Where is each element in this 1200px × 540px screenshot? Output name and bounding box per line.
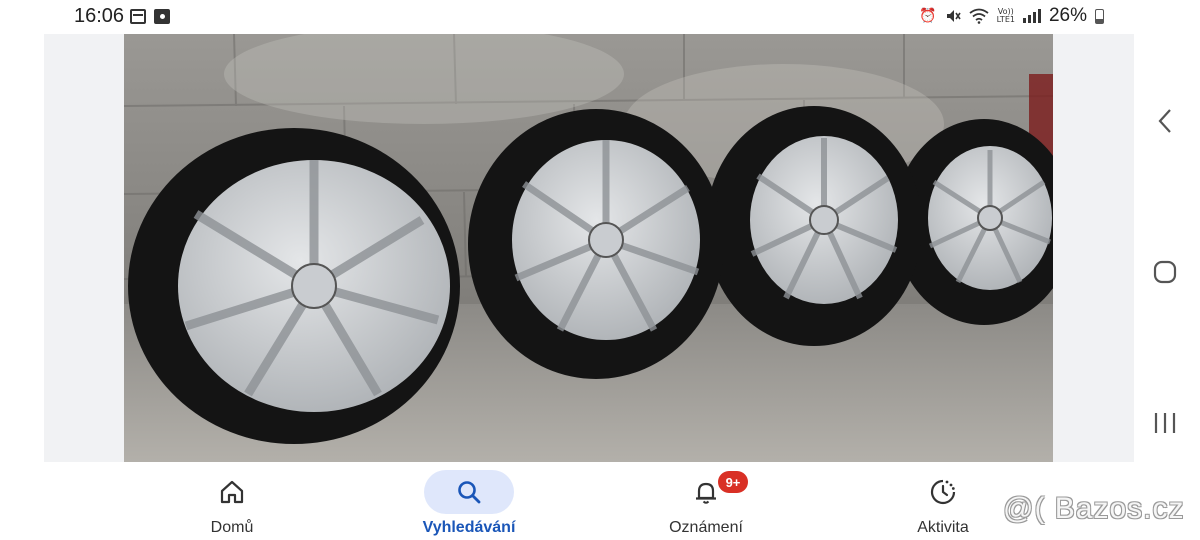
home-circle-icon[interactable] [1150,257,1180,287]
calendar-icon [130,9,146,24]
home-icon [187,470,277,514]
photo-image [124,34,1053,462]
battery-percent: 26% [1048,5,1087,26]
search-icon [424,470,514,514]
status-time: 16:06 [74,5,125,27]
watermark: @( Bazos.cz [1003,492,1185,525]
status-right-icons: ⏰ Vo)) LTE1 26% [919,5,1104,27]
notification-badge: 9+ [718,471,748,493]
activity-icon [898,470,988,514]
status-left-icons [130,9,170,24]
android-navigation [1140,0,1200,540]
nav-item-notifications[interactable]: 9+ Oznámení [606,462,806,540]
volte-icon: Vo)) LTE1 [997,8,1015,24]
nav-item-home[interactable]: Domů [132,462,332,540]
back-icon[interactable] [1150,106,1180,136]
nav-label-notifications: Oznámení [669,519,743,536]
signal-icon [1022,9,1041,23]
nav-label-home: Domů [210,519,254,536]
mute-icon [946,10,961,22]
image-notification-icon [154,9,170,24]
status-bar: 16:06 ⏰ Vo)) LTE1 26% [0,0,1200,34]
volte-line2: LTE1 [996,15,1015,24]
bottom-navigation: Domů Vyhledávání 9+ Oznámení Aktivita [44,462,1134,540]
nav-label-search: Vyhledávání [422,519,516,536]
wifi-icon [969,8,989,24]
nav-item-search[interactable]: Vyhledávání [369,462,569,540]
recents-icon[interactable] [1150,408,1180,438]
battery-icon [1095,8,1104,24]
alarm-icon: ⏰ [919,8,937,24]
listing-photo[interactable] [124,34,1053,462]
